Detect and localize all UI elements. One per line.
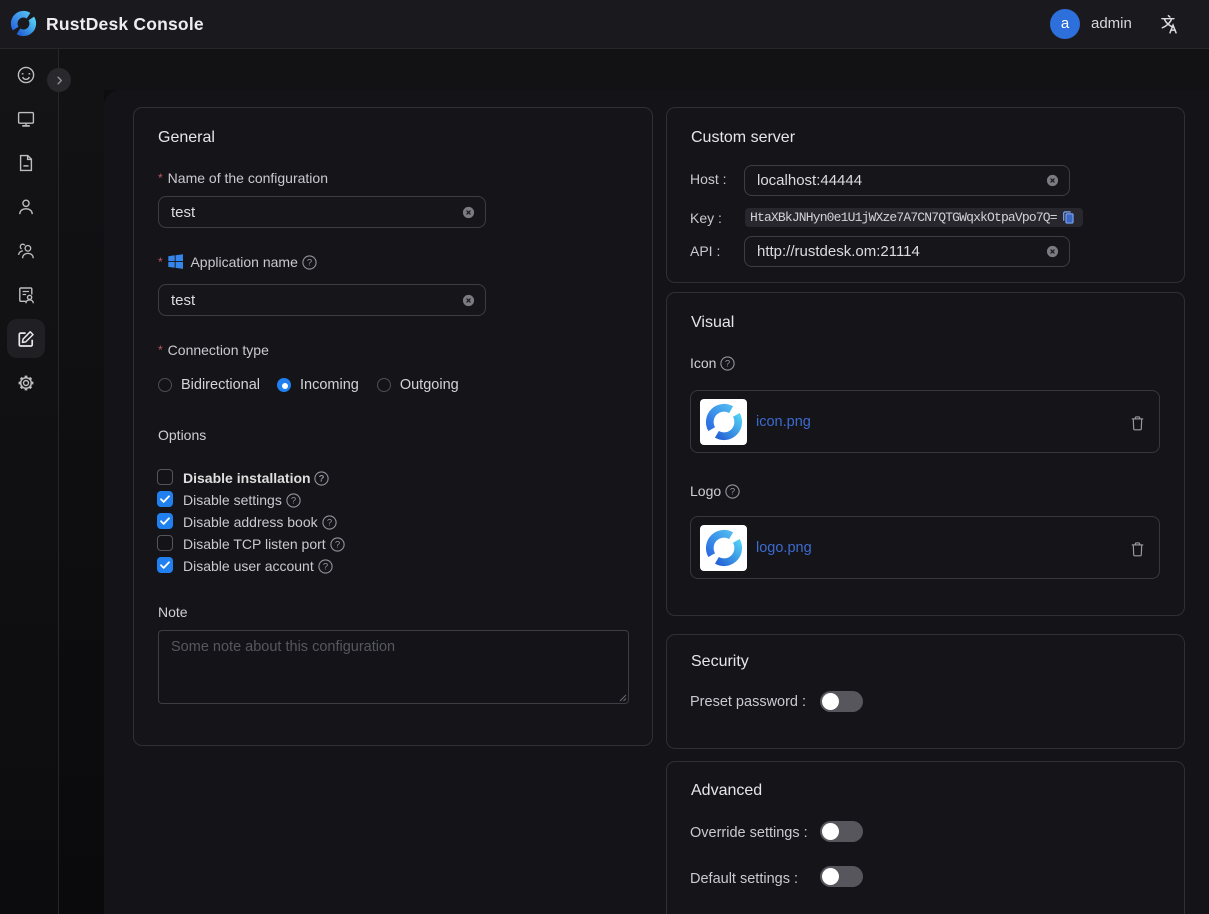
svg-text:?: ? xyxy=(291,496,296,507)
svg-text:?: ? xyxy=(322,562,327,573)
svg-text:?: ? xyxy=(319,474,325,485)
svg-text:?: ? xyxy=(725,359,730,370)
svg-text:?: ? xyxy=(307,258,312,269)
svg-text:?: ? xyxy=(334,540,339,551)
svg-text:?: ? xyxy=(326,518,331,529)
svg-text:?: ? xyxy=(730,487,735,498)
